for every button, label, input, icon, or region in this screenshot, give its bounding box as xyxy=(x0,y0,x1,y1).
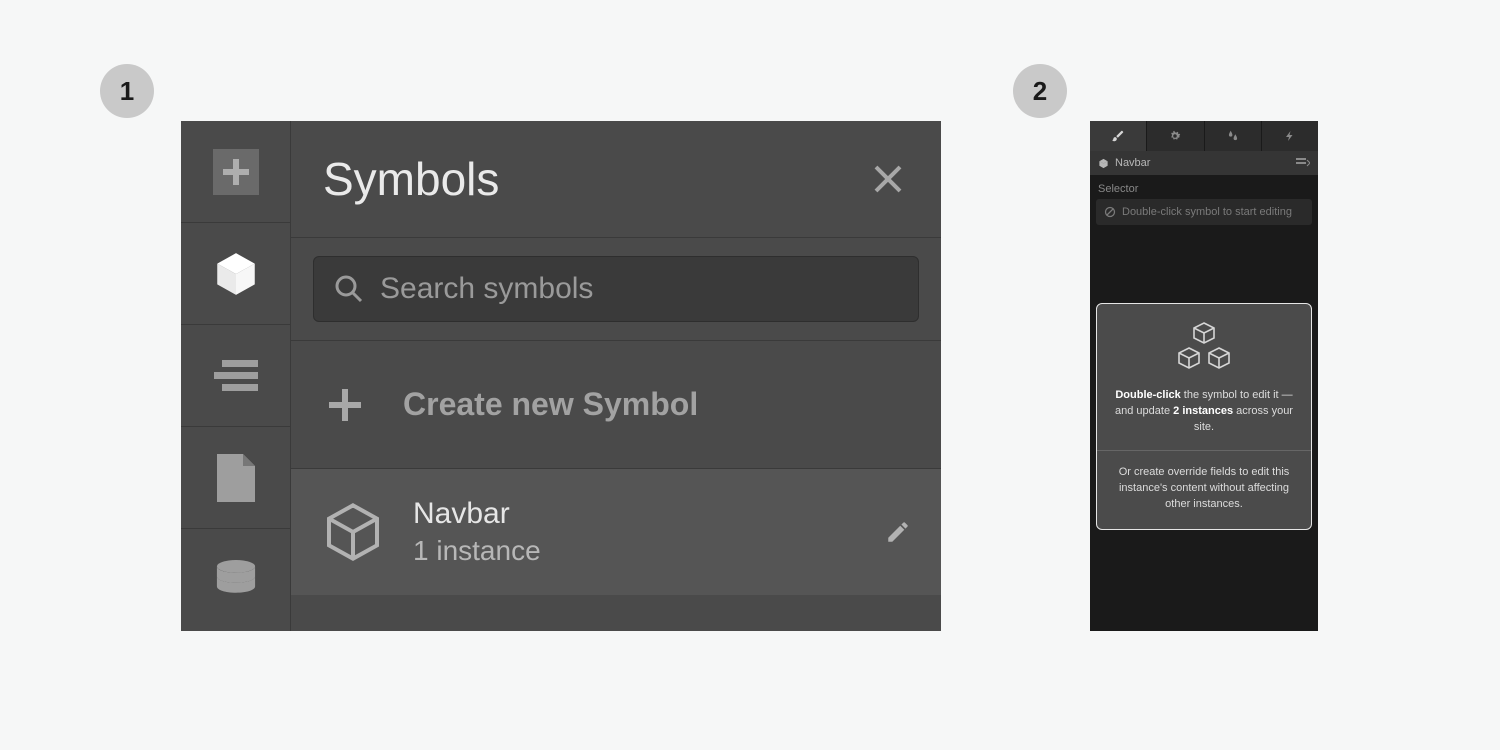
list-icon xyxy=(214,358,258,394)
step-number: 1 xyxy=(120,76,134,107)
droplets-icon xyxy=(1226,129,1240,143)
style-panel: Navbar Selector Double-click symbol to s… xyxy=(1090,121,1318,631)
menu-icon[interactable] xyxy=(1296,158,1310,168)
tab-settings[interactable] xyxy=(1147,121,1204,151)
symbol-list-item[interactable]: Navbar 1 instance xyxy=(291,469,941,595)
style-panel-tabs xyxy=(1090,121,1318,151)
search-input[interactable] xyxy=(380,272,898,306)
page-icon xyxy=(217,454,255,502)
create-symbol-label: Create new Symbol xyxy=(403,386,698,423)
symbol-info-card: Double-click the symbol to edit it — and… xyxy=(1096,303,1312,530)
search-box[interactable] xyxy=(313,256,919,322)
symbol-name: Navbar xyxy=(413,497,857,531)
bolt-icon xyxy=(1284,129,1296,143)
cms-tab[interactable] xyxy=(181,529,290,631)
step-number: 2 xyxy=(1033,76,1047,107)
left-icon-rail xyxy=(181,121,291,631)
panel-header: Symbols xyxy=(291,121,941,238)
navigator-tab[interactable] xyxy=(181,325,290,427)
selector-hint: Double-click symbol to start editing xyxy=(1122,206,1292,218)
step-badge-2: 2 xyxy=(1013,64,1067,118)
tab-interactions[interactable] xyxy=(1262,121,1318,151)
tab-effects[interactable] xyxy=(1205,121,1262,151)
tab-style[interactable] xyxy=(1090,121,1147,151)
close-button[interactable] xyxy=(873,164,903,194)
symbols-panel: Symbols Create new Symbol Navbar 1 insta… xyxy=(181,121,941,631)
add-tab[interactable] xyxy=(181,121,290,223)
pages-tab[interactable] xyxy=(181,427,290,529)
symbols-main: Symbols Create new Symbol Navbar 1 insta… xyxy=(291,121,941,631)
search-icon xyxy=(334,274,364,304)
breadcrumb: Navbar xyxy=(1090,151,1318,175)
cube-small-icon xyxy=(1098,158,1109,169)
close-icon xyxy=(873,164,903,194)
database-icon xyxy=(215,560,257,600)
gear-icon xyxy=(1168,129,1182,143)
info-text-1: Double-click the symbol to edit it — and… xyxy=(1111,388,1297,436)
prohibit-icon xyxy=(1104,206,1116,218)
breadcrumb-name: Navbar xyxy=(1115,157,1150,169)
cubes-stack-icon xyxy=(1111,322,1297,374)
search-row xyxy=(291,238,941,341)
plus-square-icon xyxy=(213,149,259,195)
brush-icon xyxy=(1111,129,1125,143)
plus-icon xyxy=(329,389,361,421)
symbol-text: Navbar 1 instance xyxy=(413,497,857,567)
symbols-tab[interactable] xyxy=(181,223,290,325)
symbol-instance-count: 1 instance xyxy=(413,535,857,567)
pencil-icon[interactable] xyxy=(885,519,911,545)
divider xyxy=(1097,450,1311,451)
create-symbol-button[interactable]: Create new Symbol xyxy=(291,341,941,469)
cube-icon xyxy=(211,249,261,299)
cube-outline-icon xyxy=(321,500,385,564)
info-text-2: Or create override fields to edit this i… xyxy=(1111,465,1297,513)
selector-input[interactable]: Double-click symbol to start editing xyxy=(1096,199,1312,225)
panel-title: Symbols xyxy=(323,152,499,206)
step-badge-1: 1 xyxy=(100,64,154,118)
selector-label: Selector xyxy=(1090,175,1318,199)
